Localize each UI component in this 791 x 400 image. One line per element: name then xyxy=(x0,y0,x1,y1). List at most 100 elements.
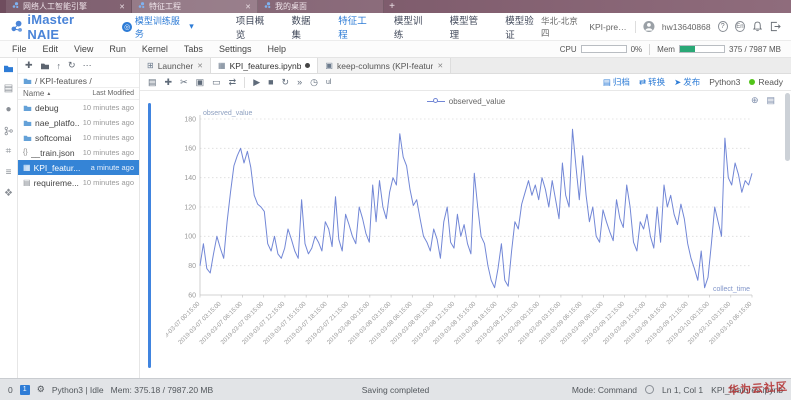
cursor-position[interactable]: Ln 1, Col 1 xyxy=(662,385,703,395)
tab-favicon-icon xyxy=(12,2,19,11)
close-icon[interactable]: ✕ xyxy=(197,62,203,70)
nav-item-2[interactable]: 特征工程 xyxy=(338,13,374,41)
file-row[interactable]: ▦KPI_featur...a minute ago xyxy=(18,160,139,175)
menu-settings[interactable]: Settings xyxy=(211,44,260,54)
scrollbar[interactable] xyxy=(785,93,790,374)
mode-indicator[interactable]: Mode: Command xyxy=(572,385,637,395)
convert-button[interactable]: ⇄转换 xyxy=(639,76,665,88)
chart: observed_value 60801001201401601802019-0… xyxy=(166,95,766,362)
more-icon[interactable]: ⋯ xyxy=(83,60,92,71)
launcher-icon: ⊞ xyxy=(147,61,154,70)
new-icon[interactable]: ✚ xyxy=(25,60,33,71)
refresh-icon[interactable]: ↻ xyxy=(68,60,76,71)
interrupt-icon[interactable]: ■ xyxy=(268,78,273,87)
kernel-indicator[interactable]: Python3 | Idle xyxy=(52,385,104,395)
restart-icon[interactable]: ↻ xyxy=(282,78,290,87)
menu-view[interactable]: View xyxy=(66,44,101,54)
editor-tab-1[interactable]: ▦KPI_features.ipynb xyxy=(211,58,318,73)
insert-below-icon[interactable]: ✚ xyxy=(165,78,173,87)
sidebar-rail: ▤ ● ⌗ ≡ ❖ xyxy=(0,58,18,378)
service-dropdown[interactable]: ◎ 模型训练服务 ▾ xyxy=(122,14,193,40)
copy-icon[interactable]: ▣ xyxy=(196,78,205,87)
browser-tab-strip: 网络人工智能引擎✕特征工程✕我的桌面+ xyxy=(0,0,791,13)
logout-icon[interactable] xyxy=(770,21,781,32)
nav-item-0[interactable]: 项目概览 xyxy=(236,13,272,41)
svg-text:60: 60 xyxy=(188,292,196,299)
menu-help[interactable]: Help xyxy=(259,44,294,54)
browser-tab-1[interactable]: 特征工程✕ xyxy=(132,0,258,13)
close-icon[interactable]: ✕ xyxy=(119,3,125,11)
project-label[interactable]: KPI-predi... xyxy=(589,22,628,32)
grid-icon[interactable]: ⌗ xyxy=(6,147,12,157)
file-row[interactable]: ▤requireme...10 minutes ago xyxy=(18,175,139,190)
export-icon[interactable]: ▤ xyxy=(766,95,775,106)
upload-icon[interactable]: ↑ xyxy=(57,61,62,71)
zoom-in-icon[interactable]: ⊕ xyxy=(751,95,759,106)
close-icon[interactable]: ✕ xyxy=(245,3,251,11)
new-tab-button[interactable]: + xyxy=(384,0,400,13)
publish-button[interactable]: ➤发布 xyxy=(674,76,700,88)
folder-icon xyxy=(23,134,32,142)
file-name: __train.json xyxy=(31,148,80,158)
editor-tab-0[interactable]: ⊞Launcher✕ xyxy=(140,58,211,73)
file-row[interactable]: nae_platfo...10 minutes ago xyxy=(18,115,139,130)
close-icon[interactable]: ✕ xyxy=(437,62,443,70)
ext-icon[interactable]: ul xyxy=(326,79,331,86)
nav-item-4[interactable]: 模型管理 xyxy=(450,13,486,41)
file-icon: ▤ xyxy=(23,178,31,187)
puzzle-icon[interactable]: ❖ xyxy=(4,189,13,199)
menu-tabs[interactable]: Tabs xyxy=(176,44,211,54)
browser-tab-title: 网络人工智能引擎 xyxy=(23,1,115,12)
breadcrumb[interactable]: / KPI-features / xyxy=(18,74,139,87)
save-icon[interactable]: ▤ xyxy=(148,78,157,87)
bell-icon[interactable] xyxy=(752,21,763,32)
nav-item-1[interactable]: 数据集 xyxy=(291,13,318,41)
editor-tab-label: KPI_features.ipynb xyxy=(230,61,302,71)
swap-icon[interactable]: ⇄ xyxy=(229,78,237,87)
browser-tab-2[interactable]: 我的桌面 xyxy=(258,0,384,13)
file-row[interactable]: debug10 minutes ago xyxy=(18,100,139,115)
menu-kernel[interactable]: Kernel xyxy=(134,44,176,54)
file-name: softcomai xyxy=(35,133,80,143)
cut-icon[interactable]: ✂ xyxy=(180,78,188,87)
divider xyxy=(244,77,245,88)
menu-file[interactable]: File xyxy=(4,44,35,54)
folder-icon[interactable] xyxy=(3,64,14,73)
status-bar: 0 1 ⚙ Python3 | Idle Mem: 375.18 / 7987.… xyxy=(0,378,791,400)
terminals-count[interactable]: 0 xyxy=(8,385,13,395)
chart-legend[interactable]: observed_value xyxy=(166,95,766,107)
circle-icon[interactable]: ● xyxy=(5,105,11,115)
username-label[interactable]: hw13640868 xyxy=(662,22,711,32)
run-all-icon[interactable]: » xyxy=(297,78,302,87)
run-icon[interactable]: ▶ xyxy=(253,78,260,87)
running-icon[interactable]: ▤ xyxy=(4,84,13,94)
column-name[interactable]: Name xyxy=(23,89,44,98)
paste-icon[interactable]: ▭ xyxy=(212,78,221,87)
help-icon[interactable]: ? xyxy=(718,21,728,32)
sort-caret-icon[interactable]: ▲ xyxy=(46,91,51,97)
avatar[interactable] xyxy=(643,20,655,33)
gear-icon[interactable]: ⚙ xyxy=(37,384,45,395)
column-modified[interactable]: Last Modified xyxy=(92,90,134,97)
language-icon[interactable]: En xyxy=(735,21,745,32)
scrollbar-thumb[interactable] xyxy=(785,93,790,161)
naie-logo: iMaster NAIE xyxy=(10,12,106,42)
nav-item-5[interactable]: 模型验证 xyxy=(505,13,541,41)
exec-time-icon[interactable]: ◷ xyxy=(310,78,318,87)
notification-circle-icon[interactable] xyxy=(645,385,654,394)
file-row[interactable]: {}__train.json10 minutes ago xyxy=(18,145,139,160)
file-name: requireme... xyxy=(34,178,80,188)
archive-button[interactable]: ▤归档 xyxy=(603,76,630,88)
menu-edit[interactable]: Edit xyxy=(35,44,67,54)
editor-tab-2[interactable]: ▣keep-columns (KPI-featur✕ xyxy=(318,58,451,73)
nav-item-3[interactable]: 模型训练 xyxy=(394,13,430,41)
region-label[interactable]: 华北-北京四 xyxy=(541,15,582,39)
kernel-name[interactable]: Python3 xyxy=(709,77,740,87)
new-folder-icon[interactable] xyxy=(40,62,50,70)
list-icon[interactable]: ≡ xyxy=(6,168,12,178)
git-icon[interactable] xyxy=(4,126,13,136)
editor-tab-bar: ⊞Launcher✕▦KPI_features.ipynb▣keep-colum… xyxy=(140,58,791,74)
file-row[interactable]: softcomai10 minutes ago xyxy=(18,130,139,145)
menu-run[interactable]: Run xyxy=(101,44,134,54)
kernels-count-badge[interactable]: 1 xyxy=(20,385,30,395)
